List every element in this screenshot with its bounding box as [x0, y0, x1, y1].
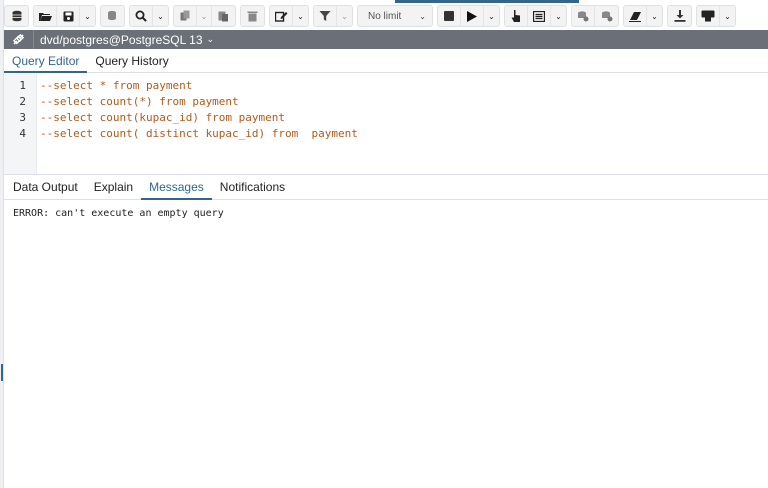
line-number: 3 — [19, 111, 26, 124]
filter-icon[interactable] — [314, 6, 337, 26]
tab-query-editor[interactable]: Query Editor — [4, 50, 88, 73]
output-tab-bar: Data Output Explain Messages Notificatio… — [4, 175, 768, 200]
tab-query-history[interactable]: Query History — [87, 50, 176, 73]
file-group: ⌄ — [33, 5, 96, 27]
row-limit-select[interactable]: No limit ⌄ — [357, 5, 433, 27]
tab-explain[interactable]: Explain — [86, 175, 141, 200]
output-panel: Data Output Explain Messages Notificatio… — [4, 174, 768, 488]
database-plus-icon[interactable] — [101, 6, 124, 26]
panel-resize-handle[interactable] — [1, 364, 3, 381]
tab-messages[interactable]: Messages — [141, 175, 212, 200]
list-icon[interactable] — [528, 6, 551, 26]
line-number-gutter: 1 2 3 4 — [4, 74, 37, 174]
tab-data-output[interactable]: Data Output — [5, 175, 86, 200]
play-icon[interactable] — [461, 6, 484, 26]
line-number: 4 — [19, 127, 26, 140]
query-toolbar: ⌄ ⌄ ⌄ ⌄ ⌄ No limit ⌄ ⌄ ⌄ ⌄ ⌄ — [4, 3, 768, 29]
macros-dropdown-chevron-icon[interactable]: ⌄ — [720, 6, 735, 26]
chevron-down-icon: ⌄ — [419, 11, 426, 21]
macros-group: ⌄ — [696, 5, 736, 27]
copy-icon[interactable] — [174, 6, 197, 26]
edit-dropdown-chevron-icon[interactable]: ⌄ — [293, 6, 308, 26]
editor-tab-bar: Query Editor Query History — [4, 50, 768, 73]
open-folder-icon[interactable] — [34, 6, 57, 26]
code-line[interactable]: --select count( distinct kupac_id) from … — [40, 126, 768, 142]
save-icon[interactable] — [57, 6, 80, 26]
download-icon[interactable] — [668, 6, 691, 26]
commit-icon[interactable] — [572, 6, 595, 26]
paste-icon[interactable] — [212, 6, 235, 26]
code-line[interactable]: --select count(kupac_id) from payment — [40, 110, 768, 126]
line-number: 1 — [19, 79, 26, 92]
search-group: ⌄ — [129, 5, 169, 27]
connection-label: dvd/postgres@PostgreSQL 13 — [40, 32, 203, 47]
clear-dropdown-chevron-icon[interactable]: ⌄ — [647, 6, 662, 26]
code-area[interactable]: --select * from payment --select count(*… — [37, 74, 768, 174]
db-tools-group — [100, 5, 125, 27]
code-line[interactable]: --select count(*) from payment — [40, 94, 768, 110]
eraser-icon[interactable] — [624, 6, 647, 26]
save-dropdown-chevron-icon[interactable]: ⌄ — [80, 6, 95, 26]
explain-dropdown-chevron-icon[interactable]: ⌄ — [551, 6, 566, 26]
sql-editor[interactable]: 1 2 3 4 --select * from payment --select… — [4, 74, 768, 174]
row-limit-value: No limit — [368, 10, 402, 22]
connection-selector[interactable]: dvd/postgres@PostgreSQL 13 ⌄ — [34, 33, 214, 47]
stop-icon[interactable] — [438, 6, 461, 26]
filter-group: ⌄ — [313, 5, 353, 27]
copy-dropdown-chevron-icon[interactable]: ⌄ — [197, 6, 212, 26]
execute-group: ⌄ — [437, 5, 500, 27]
filter-dropdown-chevron-icon[interactable]: ⌄ — [337, 6, 352, 26]
search-icon[interactable] — [130, 6, 153, 26]
search-dropdown-chevron-icon[interactable]: ⌄ — [153, 6, 168, 26]
clear-group: ⌄ — [623, 5, 663, 27]
error-message: ERROR: can't execute an empty query — [13, 208, 224, 219]
rollback-icon[interactable] — [595, 6, 618, 26]
edit-group: ⌄ — [269, 5, 309, 27]
pointer-icon[interactable] — [505, 6, 528, 26]
delete-group — [240, 5, 265, 27]
line-number: 2 — [19, 95, 26, 108]
chevron-down-icon: ⌄ — [206, 34, 215, 44]
code-line[interactable]: --select * from payment — [40, 78, 768, 94]
transaction-group — [571, 5, 619, 27]
trash-icon[interactable] — [241, 6, 264, 26]
connection-bar: dvd/postgres@PostgreSQL 13 ⌄ — [4, 30, 768, 49]
download-group — [667, 5, 692, 27]
tab-notifications[interactable]: Notifications — [212, 175, 293, 200]
db-group — [4, 5, 29, 27]
clipboard-group: ⌄ — [173, 5, 236, 27]
edit-icon[interactable] — [270, 6, 293, 26]
explain-group: ⌄ — [504, 5, 567, 27]
connection-plug-icon[interactable] — [4, 30, 34, 49]
execute-dropdown-chevron-icon[interactable]: ⌄ — [484, 6, 499, 26]
macros-icon[interactable] — [697, 6, 720, 26]
database-icon[interactable] — [5, 6, 28, 26]
